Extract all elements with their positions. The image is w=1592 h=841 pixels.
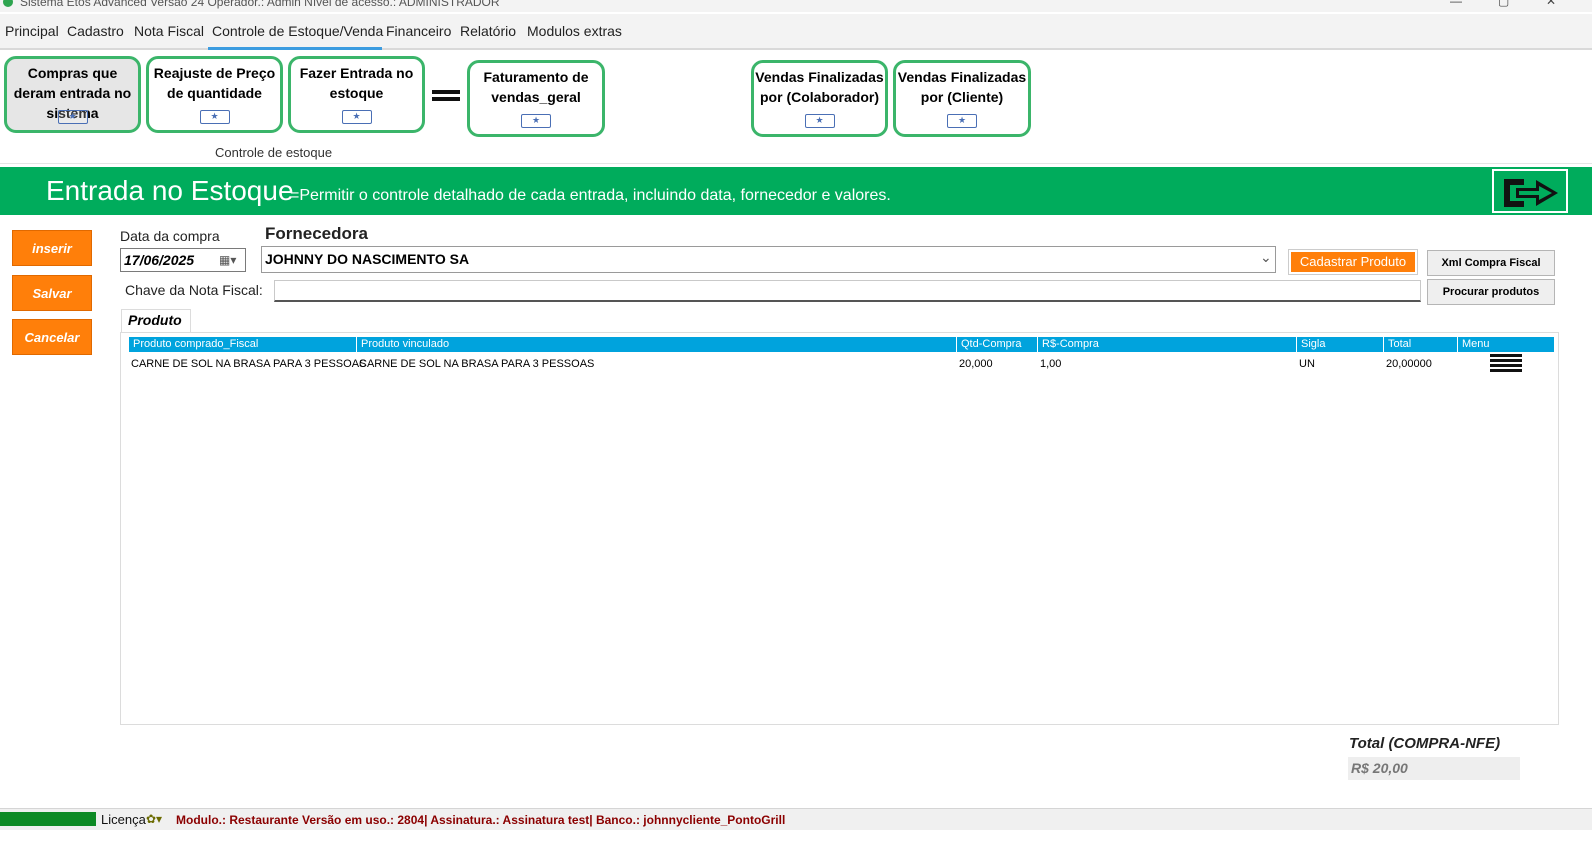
cell-preco: 1,00 bbox=[1040, 358, 1062, 370]
col-menu[interactable]: Menu bbox=[1457, 337, 1554, 352]
window-title: Sistema Etos Advanced Versão 24 Operador… bbox=[20, 0, 500, 9]
ticket-icon: ★ bbox=[947, 114, 977, 128]
xml-compra-fiscal-button[interactable]: Xml Compra Fiscal bbox=[1427, 250, 1555, 276]
menu-financeiro[interactable]: Financeiro bbox=[386, 23, 451, 39]
page-banner: Entrada no Estoque =Permitir o controle … bbox=[0, 167, 1592, 215]
total-value: R$ 20,00 bbox=[1348, 757, 1520, 780]
cell-sigla: UN bbox=[1299, 358, 1315, 370]
chevron-down-icon[interactable]: ⌄ bbox=[1260, 249, 1272, 266]
cell-total: 20,00000 bbox=[1386, 358, 1432, 370]
row-menu-icon[interactable] bbox=[1490, 354, 1522, 374]
salvar-button[interactable]: Salvar bbox=[12, 275, 92, 311]
inserir-button[interactable]: inserir bbox=[12, 230, 92, 266]
vendas-colaborador-button[interactable]: Vendas Finalizadas por (Colaborador) ★ bbox=[751, 60, 888, 137]
menu-nota-fiscal[interactable]: Nota Fiscal bbox=[134, 23, 204, 39]
main-menu-bar: Principal Cadastro Nota Fiscal Controle … bbox=[0, 14, 1592, 50]
ticket-icon: ★ bbox=[57, 110, 88, 124]
app-logo-icon bbox=[3, 0, 13, 7]
window-titlebar: Sistema Etos Advanced Versão 24 Operador… bbox=[0, 0, 1592, 12]
total-label: Total (COMPRA-NFE) bbox=[1349, 735, 1501, 752]
close-icon[interactable]: ✕ bbox=[1546, 0, 1556, 8]
exit-button[interactable] bbox=[1492, 169, 1568, 213]
col-produto-vinculado[interactable]: Produto vinculado bbox=[356, 337, 956, 352]
cadastrar-produto-button[interactable]: Cadastrar Produto bbox=[1288, 249, 1418, 275]
nota-fiscal-key-input[interactable] bbox=[274, 280, 1421, 302]
fazer-entrada-label: Fazer Entrada no estoque bbox=[299, 65, 414, 101]
faturamento-vendas-label: Faturamento de vendas_geral bbox=[483, 69, 589, 105]
ticket-icon: ★ bbox=[199, 110, 230, 124]
faturamento-vendas-button[interactable]: Faturamento de vendas_geral ★ bbox=[467, 60, 605, 137]
menu-controle-estoque[interactable]: Controle de Estoque/Venda bbox=[212, 23, 383, 39]
cell-produto-vinculado: CARNE DE SOL NA BRASA PARA 3 PESSOAS bbox=[359, 358, 595, 370]
ticket-icon: ★ bbox=[521, 114, 551, 128]
menu-cadastro[interactable]: Cadastro bbox=[67, 23, 124, 39]
menu-principal[interactable]: Principal bbox=[5, 23, 59, 39]
procurar-produtos-button[interactable]: Procurar produtos bbox=[1427, 279, 1555, 305]
col-rs-compra[interactable]: R$-Compra bbox=[1037, 337, 1296, 352]
vendas-colaborador-label: Vendas Finalizadas por (Colaborador) bbox=[755, 69, 884, 105]
col-total[interactable]: Total bbox=[1383, 337, 1457, 352]
ticket-icon: ★ bbox=[341, 110, 372, 124]
nota-fiscal-key-label: Chave da Nota Fiscal: bbox=[125, 282, 263, 298]
equals-icon bbox=[432, 90, 460, 101]
reajuste-preco-button[interactable]: Reajuste de Preço de quantidade ★ bbox=[146, 56, 283, 133]
license-dropdown-icon[interactable]: ✿▾ bbox=[146, 812, 162, 826]
col-produto-fiscal[interactable]: Produto comprado_Fiscal bbox=[129, 337, 356, 352]
maximize-icon[interactable]: ▢ bbox=[1498, 0, 1509, 8]
date-label: Data da compra bbox=[120, 228, 220, 244]
col-sigla[interactable]: Sigla bbox=[1296, 337, 1383, 352]
status-info-text: Modulo.: Restaurante Versão em uso.: 280… bbox=[176, 813, 786, 827]
fazer-entrada-button[interactable]: Fazer Entrada no estoque ★ bbox=[288, 56, 425, 133]
cell-produto-fiscal: CARNE DE SOL NA BRASA PARA 3 PESSOAS bbox=[131, 358, 367, 370]
menu-relatorio[interactable]: Relatório bbox=[460, 23, 516, 39]
supplier-label: Fornecedora bbox=[265, 224, 368, 243]
cell-qtd: 20,000 bbox=[959, 358, 993, 370]
status-bar: Licença ✿▾ Modulo.: Restaurante Versão e… bbox=[0, 808, 1592, 830]
vendas-cliente-button[interactable]: Vendas Finalizadas por (Cliente) ★ bbox=[893, 60, 1031, 137]
status-indicator bbox=[0, 812, 96, 826]
page-subtitle: =Permitir o controle detalhado de cada e… bbox=[290, 187, 891, 204]
cancelar-button[interactable]: Cancelar bbox=[12, 319, 92, 355]
minimize-icon[interactable]: — bbox=[1450, 0, 1462, 8]
tab-produto[interactable]: Produto bbox=[121, 309, 191, 333]
active-menu-indicator bbox=[208, 47, 382, 50]
products-grid: Produto comprado_Fiscal Produto vinculad… bbox=[120, 332, 1559, 725]
ticket-icon: ★ bbox=[804, 114, 835, 128]
reajuste-preco-label: Reajuste de Preço de quantidade bbox=[153, 65, 276, 101]
exit-arrow-icon bbox=[1504, 179, 1558, 207]
vendas-cliente-label: Vendas Finalizadas por (Cliente) bbox=[897, 69, 1027, 105]
license-label: Licença bbox=[101, 812, 146, 827]
compras-entrada-button[interactable]: Compras que deram entrada no sistema ★ bbox=[4, 56, 141, 133]
ribbon-group-label: Controle de estoque bbox=[215, 145, 333, 160]
menu-modulos-extras[interactable]: Modulos extras bbox=[527, 23, 622, 39]
grid-header: Produto comprado_Fiscal Produto vinculad… bbox=[129, 337, 1554, 352]
calendar-dropdown-icon[interactable]: ▦▾ bbox=[219, 253, 236, 267]
page-title: Entrada no Estoque bbox=[46, 175, 294, 206]
col-qtd-compra[interactable]: Qtd-Compra bbox=[956, 337, 1037, 352]
supplier-select[interactable]: JOHNNY DO NASCIMENTO SA bbox=[261, 246, 1276, 273]
